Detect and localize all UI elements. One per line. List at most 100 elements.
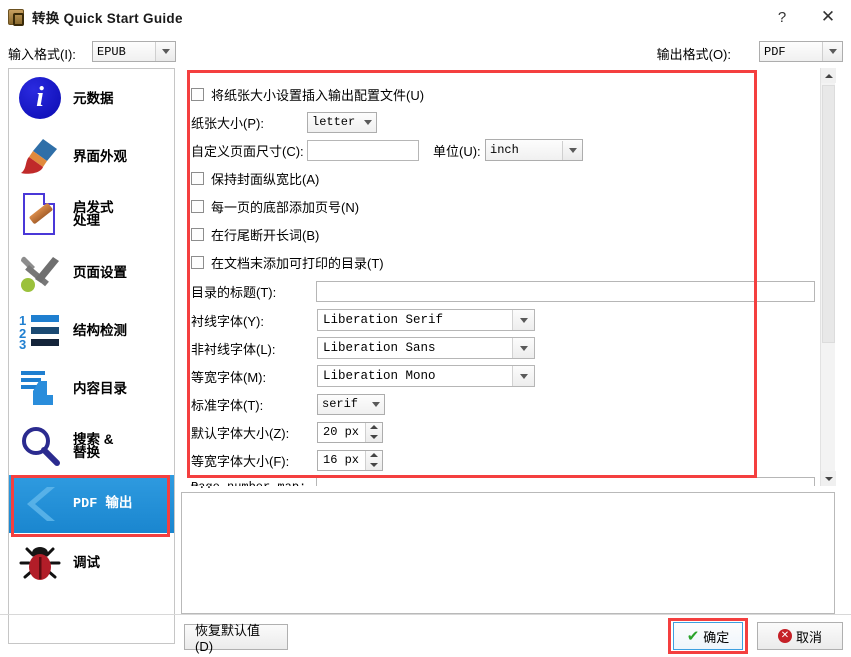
option-row-printable-toc: 在文档末添加可打印的目录(T) xyxy=(191,248,815,276)
stepper-buttons[interactable] xyxy=(365,423,382,442)
checkbox-hyphenate-label: 在行尾断开长词(B) xyxy=(211,225,319,244)
checkbox-page-numbers-label: 每一页的底部添加页号(N) xyxy=(211,197,359,216)
toc-hand-icon xyxy=(17,365,63,411)
sidebar-item-label: 调试 xyxy=(73,556,100,569)
convert-dialog: 转换 Quick Start Guide ? ✕ 输入格式(I): EPUB 输… xyxy=(0,0,851,657)
svg-text:3: 3 xyxy=(19,337,26,349)
stepper-buttons[interactable] xyxy=(365,451,382,470)
sidebar-item-debug[interactable]: 调试 xyxy=(9,533,174,591)
sidebar-item-label: PDF 输出 xyxy=(73,498,132,511)
sidebar-item-structure-detection[interactable]: 1 2 3 结构检测 xyxy=(9,301,174,359)
stepper-up-icon[interactable] xyxy=(366,451,382,461)
cancel-button[interactable]: ✕ 取消 xyxy=(757,622,843,650)
sidebar-item-page-setup[interactable]: 页面设置 xyxy=(9,243,174,301)
checkbox-page-numbers[interactable] xyxy=(191,200,204,213)
sidebar-item-search-and-replace[interactable]: 搜索 & 替换 xyxy=(9,417,174,475)
mono-font-select[interactable]: Liberation Mono xyxy=(317,365,535,387)
chevron-down-icon xyxy=(372,402,380,407)
sidebar-item-heuristic-processing[interactable]: 启发式 处理 xyxy=(9,185,174,243)
sidebar-item-label: 界面外观 xyxy=(73,150,127,163)
default-font-size-value: 20 px xyxy=(323,425,365,439)
serif-font-value: Liberation Serif xyxy=(323,313,512,327)
window-controls: ? ✕ xyxy=(759,0,851,34)
tools-icon xyxy=(17,249,63,295)
output-format-select[interactable]: PDF xyxy=(759,41,843,62)
default-font-size-stepper[interactable]: 20 px xyxy=(317,422,383,443)
standard-font-label: 标准字体(T): xyxy=(191,395,317,414)
sidebar-item-label: 页面设置 xyxy=(73,266,127,279)
option-row-insert-paper-size: 将纸张大小设置插入输出配置文件(U) xyxy=(191,80,815,108)
sidebar-item-label: 内容目录 xyxy=(73,382,127,395)
mono-font-value: Liberation Mono xyxy=(323,369,512,383)
checkbox-insert-paper-size-label: 将纸张大小设置插入输出配置文件(U) xyxy=(211,85,424,104)
paper-size-value: letter xyxy=(312,115,358,129)
ok-label: 确定 xyxy=(703,627,729,646)
window-title: 转换 Quick Start Guide xyxy=(32,7,183,27)
chevron-down-icon xyxy=(822,42,842,61)
output-log-textarea[interactable] xyxy=(181,492,835,614)
paper-size-label: 纸张大小(P): xyxy=(191,113,307,132)
input-format-select[interactable]: EPUB xyxy=(92,41,176,62)
custom-size-label: 自定义页面尺寸(C): xyxy=(191,141,307,160)
checkbox-preserve-cover-aspect[interactable] xyxy=(191,172,204,185)
unit-value: inch xyxy=(490,143,562,157)
sans-font-select[interactable]: Liberation Sans xyxy=(317,337,535,359)
checkbox-insert-paper-size[interactable] xyxy=(191,88,204,101)
option-row-paper-size: 纸张大小(P): letter xyxy=(191,108,815,136)
standard-font-select[interactable]: serif xyxy=(317,394,385,415)
mono-font-label: 等宽字体(M): xyxy=(191,367,317,386)
stepper-down-icon[interactable] xyxy=(366,460,382,470)
checkbox-hyphenate[interactable] xyxy=(191,228,204,241)
scroll-down-icon[interactable] xyxy=(821,471,836,486)
option-row-hyphenate: 在行尾断开长词(B) xyxy=(191,220,815,248)
restore-defaults-button[interactable]: 恢复默认值(D) xyxy=(184,624,288,650)
sidebar-item-table-of-contents[interactable]: 内容目录 xyxy=(9,359,174,417)
mono-font-size-stepper[interactable]: 16 px xyxy=(317,450,383,471)
document-bandage-icon xyxy=(17,191,63,237)
default-font-size-label: 默认字体大小(Z): xyxy=(191,423,317,442)
stepper-down-icon[interactable] xyxy=(366,432,382,442)
numbered-list-icon: 1 2 3 xyxy=(17,307,63,353)
sidebar-item-metadata[interactable]: 元数据 xyxy=(9,69,174,127)
sidebar-item-label: 启发式 处理 xyxy=(73,201,114,227)
sidebar-item-pdf-output[interactable]: PDF 输出 xyxy=(9,475,174,533)
option-row-mono-font-size: 等宽字体大小(F): 16 px xyxy=(191,446,815,474)
standard-font-value: serif xyxy=(322,397,366,411)
option-row-serif-font: 衬线字体(Y): Liberation Serif xyxy=(191,306,815,334)
custom-size-input[interactable] xyxy=(307,140,419,161)
stepper-up-icon[interactable] xyxy=(366,423,382,433)
option-row-custom-size: 自定义页面尺寸(C): 单位(U): inch xyxy=(191,136,815,164)
sidebar-item-look-and-feel[interactable]: 界面外观 xyxy=(9,127,174,185)
serif-font-select[interactable]: Liberation Serif xyxy=(317,309,535,331)
unit-select[interactable]: inch xyxy=(485,139,583,161)
ok-button[interactable]: ✔ 确定 xyxy=(673,622,743,650)
brush-icon xyxy=(17,133,63,179)
pdf-chevron-icon xyxy=(17,481,63,527)
chevron-down-icon xyxy=(512,338,534,358)
calibre-icon xyxy=(8,9,24,25)
help-button[interactable]: ? xyxy=(759,0,805,34)
option-row-default-font-size: 默认字体大小(Z): 20 px xyxy=(191,418,815,446)
sidebar-item-label: 结构检测 xyxy=(73,324,127,337)
output-format-value: PDF xyxy=(764,45,822,59)
sans-font-label: 非衬线字体(L): xyxy=(191,339,317,358)
option-row-standard-font: 标准字体(T): serif xyxy=(191,390,815,418)
magnifier-icon xyxy=(17,423,63,469)
scroll-up-icon[interactable] xyxy=(821,68,836,83)
scrollbar-thumb[interactable] xyxy=(822,85,835,343)
cancel-x-icon: ✕ xyxy=(778,629,792,643)
mono-font-size-value: 16 px xyxy=(323,453,365,467)
toc-title-input[interactable] xyxy=(316,281,815,302)
options-scrollbar[interactable] xyxy=(820,68,835,486)
paper-size-select[interactable]: letter xyxy=(307,112,377,133)
input-format-label: 输入格式(I): xyxy=(8,44,76,63)
toc-title-label: 目录的标题(T): xyxy=(191,282,316,301)
mono-font-size-label: 等宽字体大小(F): xyxy=(191,451,317,470)
restore-defaults-label: 恢复默认值(D) xyxy=(195,620,277,654)
sidebar-item-label: 元数据 xyxy=(73,92,114,105)
option-row-toc-title: 目录的标题(T): xyxy=(191,276,815,306)
pdf-output-options-panel: 将纸张大小设置插入输出配置文件(U) 纸张大小(P): letter 自定义页面… xyxy=(181,68,835,486)
close-icon[interactable]: ✕ xyxy=(805,0,851,34)
checkbox-printable-toc[interactable] xyxy=(191,256,204,269)
output-format-label: 输出格式(O): xyxy=(657,44,731,63)
